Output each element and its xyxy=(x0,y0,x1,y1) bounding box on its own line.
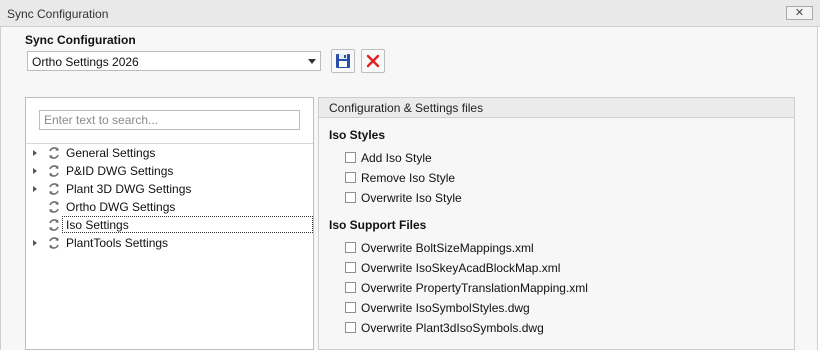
checkbox-label: Remove Iso Style xyxy=(361,171,456,185)
configuration-dropdown[interactable]: Ortho Settings 2026 xyxy=(27,51,321,71)
window-title: Sync Configuration xyxy=(7,7,109,21)
checkbox[interactable] xyxy=(345,262,356,273)
checkbox-label: Overwrite Plant3dIsoSymbols.dwg xyxy=(361,321,544,335)
panel-header-title: Configuration & Settings files xyxy=(329,101,484,115)
checkbox[interactable] xyxy=(345,282,356,293)
checkbox-add-iso-style[interactable]: Add Iso Style xyxy=(345,150,765,166)
tree-item-pid-dwg-settings[interactable]: P&ID DWG Settings xyxy=(26,162,313,180)
delete-icon xyxy=(366,54,380,68)
checkbox-overwrite-plant3disosymbols[interactable]: Overwrite Plant3dIsoSymbols.dwg xyxy=(345,320,765,336)
checkbox-remove-iso-style[interactable]: Remove Iso Style xyxy=(345,170,765,186)
sync-icon xyxy=(49,219,59,231)
expand-arrow-icon[interactable] xyxy=(33,240,37,246)
save-button[interactable] xyxy=(331,49,355,73)
tree-item-label: PlantTools Settings xyxy=(66,236,169,250)
checkbox-overwrite-isoskeyacadblockmap[interactable]: Overwrite IsoSkeyAcadBlockMap.xml xyxy=(345,260,765,276)
sync-icon xyxy=(49,147,59,159)
tree-item-label: Plant 3D DWG Settings xyxy=(66,182,192,196)
sync-icon xyxy=(49,165,59,177)
group-title-iso-support-files: Iso Support Files xyxy=(329,218,427,232)
expand-arrow-icon[interactable] xyxy=(33,168,37,174)
tree-item-plant3d-dwg-settings[interactable]: Plant 3D DWG Settings xyxy=(26,180,313,198)
checkbox[interactable] xyxy=(345,322,356,333)
group-title-iso-styles: Iso Styles xyxy=(329,128,386,142)
tree-item-label: Iso Settings xyxy=(66,218,129,232)
tree-item-planttools-settings[interactable]: PlantTools Settings xyxy=(26,234,313,252)
tree-item-ortho-dwg-settings[interactable]: Ortho DWG Settings xyxy=(26,198,313,216)
tree-item-label: General Settings xyxy=(66,146,156,160)
checkbox-label: Overwrite BoltSizeMappings.xml xyxy=(361,241,534,255)
close-icon: ✕ xyxy=(794,7,805,19)
settings-details-panel: Configuration & Settings files Iso Style… xyxy=(318,97,795,350)
chevron-down-icon xyxy=(308,59,316,64)
checkbox[interactable] xyxy=(345,242,356,253)
tree-item-iso-settings[interactable]: Iso Settings xyxy=(26,216,313,234)
sync-icon xyxy=(49,183,59,195)
checkbox-label: Add Iso Style xyxy=(361,151,432,165)
tree-item-general-settings[interactable]: General Settings xyxy=(26,144,313,162)
expand-arrow-icon[interactable] xyxy=(33,150,37,156)
panel-header: Configuration & Settings files xyxy=(319,98,794,118)
sync-icon xyxy=(49,201,59,213)
configuration-dropdown-value: Ortho Settings 2026 xyxy=(32,55,139,69)
checkbox-label: Overwrite IsoSkeyAcadBlockMap.xml xyxy=(361,261,561,275)
search-input[interactable] xyxy=(40,111,299,129)
checkbox[interactable] xyxy=(345,192,356,203)
checkbox-overwrite-propertytranslationmapping[interactable]: Overwrite PropertyTranslationMapping.xml xyxy=(345,280,765,296)
close-button[interactable]: ✕ xyxy=(786,6,813,20)
sync-icon xyxy=(49,237,59,249)
delete-button[interactable] xyxy=(361,49,385,73)
tree-item-label: P&ID DWG Settings xyxy=(66,164,174,178)
title-bar: Sync Configuration ✕ xyxy=(0,0,820,27)
expand-arrow-icon[interactable] xyxy=(33,186,37,192)
settings-tree-panel: General Settings P&ID DWG Settings Plant… xyxy=(25,97,314,350)
checkbox-label: Overwrite PropertyTranslationMapping.xml xyxy=(361,281,588,295)
checkbox-label: Overwrite IsoSymbolStyles.dwg xyxy=(361,301,530,315)
checkbox[interactable] xyxy=(345,302,356,313)
sync-configuration-label: Sync Configuration xyxy=(25,33,136,47)
checkbox-label: Overwrite Iso Style xyxy=(361,191,462,205)
save-icon xyxy=(336,54,350,68)
checkbox[interactable] xyxy=(345,152,356,163)
search-box[interactable] xyxy=(39,110,300,130)
checkbox-overwrite-boltsizemappings[interactable]: Overwrite BoltSizeMappings.xml xyxy=(345,240,765,256)
checkbox[interactable] xyxy=(345,172,356,183)
checkbox-overwrite-iso-style[interactable]: Overwrite Iso Style xyxy=(345,190,765,206)
tree-item-label: Ortho DWG Settings xyxy=(66,200,176,214)
checkbox-overwrite-isosymbolstyles[interactable]: Overwrite IsoSymbolStyles.dwg xyxy=(345,300,765,316)
